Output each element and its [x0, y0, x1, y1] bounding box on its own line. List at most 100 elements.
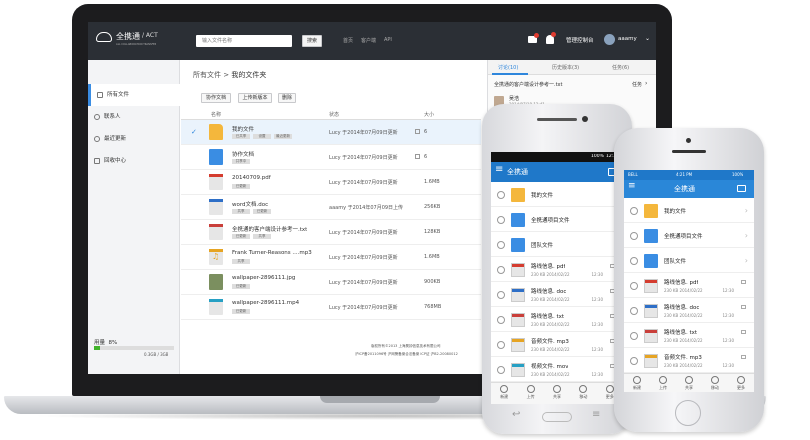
select-radio[interactable] [630, 306, 638, 315]
row-checkbox[interactable] [191, 204, 197, 210]
table-row[interactable]: ♫ Frank Turner-Reasons ....mp3 共享 Lucy 于201… [181, 245, 481, 270]
list-item[interactable]: 全携通项目文件› [624, 223, 754, 248]
file-name[interactable]: wallpaper-2896111.jpg [232, 275, 295, 281]
column-status[interactable]: 状态 [329, 111, 339, 118]
column-name[interactable]: 名称 [211, 111, 221, 118]
user-name[interactable]: aaamy [618, 36, 637, 42]
tab-tasks[interactable]: 任务(6) [612, 64, 629, 71]
tab-bar-item[interactable]: 移动 [702, 376, 728, 392]
row-checkbox[interactable] [191, 254, 197, 260]
column-size[interactable]: 大小 [424, 111, 434, 118]
list-item[interactable]: 我的文件› [491, 182, 623, 207]
search-button[interactable]: 搜索 [302, 35, 322, 47]
table-row[interactable]: 全携通的客户端设计参考一.txt 已更新 共享 Lucy 于2014年07月09日更新… [181, 220, 481, 245]
file-name[interactable]: Frank Turner-Reasons ....mp3 [232, 250, 312, 256]
ios-chat-icon[interactable] [737, 185, 746, 192]
comment-icon[interactable] [741, 354, 746, 359]
row-checkbox[interactable]: ✓ [191, 129, 197, 136]
android-back-icon[interactable]: ↩ [512, 409, 520, 420]
select-radio[interactable] [497, 340, 505, 349]
file-name[interactable]: 协作文档 [232, 150, 254, 158]
list-item[interactable]: 路线信息. txt 230 KB 2014/02/22 12:30 [491, 307, 623, 332]
upload-version-button[interactable]: 上传新版本 [238, 93, 272, 103]
sidebar-item-contacts[interactable]: 联系人 [88, 106, 180, 128]
sidebar-item-recent[interactable]: 最近更新 [88, 128, 180, 150]
comment-icon[interactable] [415, 154, 420, 159]
select-radio[interactable] [497, 190, 505, 199]
select-radio[interactable] [497, 240, 505, 249]
list-item[interactable]: 团队文件› [624, 248, 754, 273]
hamburger-menu-icon[interactable]: ≡ [495, 164, 503, 175]
android-menu-icon[interactable]: ≡ [592, 409, 600, 420]
collab-doc-button[interactable]: 协作文档 [201, 93, 231, 103]
list-item[interactable]: 路线信息. doc 230 KB 2014/02/22 12:30 [491, 282, 623, 307]
list-item[interactable]: 路线信息. txt 230 KB 2014/02/22 12:30 [624, 323, 754, 348]
list-item[interactable]: 团队文件› [491, 232, 623, 257]
nav-link-client[interactable]: 客户端 [361, 37, 376, 44]
comment-icon[interactable] [741, 279, 746, 284]
file-name[interactable]: wallpaper-2896111.mp4 [232, 300, 299, 306]
file-name[interactable]: 20140709.pdf [232, 175, 271, 181]
user-avatar[interactable] [604, 34, 615, 45]
tab-bar-item[interactable]: 上传 [517, 385, 543, 403]
search-input[interactable] [196, 35, 292, 47]
file-name[interactable]: 全携通的客户端设计参考一.txt [232, 225, 307, 233]
select-radio[interactable] [497, 290, 505, 299]
task-link[interactable]: 任务 [632, 81, 642, 88]
table-row[interactable]: word文档.doc 共享 已更新 aaamy 于2014年07月09日上传 256KB [181, 195, 481, 220]
row-checkbox[interactable] [191, 179, 197, 185]
comment-icon[interactable] [741, 329, 746, 334]
table-row[interactable]: 协作文档 共享中 Lucy 于2014年07月09日更新 6 [181, 145, 481, 170]
tab-bar-item[interactable]: 移动 [570, 385, 596, 403]
console-link[interactable]: 管理控制台 [566, 36, 594, 44]
tab-history[interactable]: 历史版本(3) [552, 64, 579, 71]
select-radio[interactable] [497, 315, 505, 324]
row-checkbox[interactable] [191, 229, 197, 235]
table-row[interactable]: wallpaper-2896111.mp4 已更新 Lucy 于2014年07月09… [181, 295, 481, 320]
select-radio[interactable] [630, 331, 638, 340]
list-item[interactable]: 路线信息. pdf 230 KB 2014/02/22 12:30 [491, 257, 623, 282]
comment-icon[interactable] [415, 129, 420, 134]
select-radio[interactable] [630, 356, 638, 365]
table-row[interactable]: 20140709.pdf 已更新 Lucy 于2014年07月09日更新 1.6MB [181, 170, 481, 195]
list-item[interactable]: 路线信息. pdf 230 KB 2014/02/22 12:30 [624, 273, 754, 298]
select-radio[interactable] [497, 365, 505, 374]
list-item[interactable]: 音频文件. mp3 230 KB 2014/02/22 12:30 [491, 332, 623, 357]
list-item[interactable]: 音频文件. mp3 230 KB 2014/02/22 12:30 [624, 348, 754, 373]
ios-menu-icon[interactable]: ≡ [628, 181, 636, 191]
row-checkbox[interactable] [191, 154, 197, 160]
tab-bar-item[interactable]: 新建 [491, 385, 517, 403]
tab-bar-item[interactable]: 上传 [650, 376, 676, 392]
nav-link-api[interactable]: API [384, 37, 392, 43]
list-item[interactable]: 全携通项目文件› [491, 207, 623, 232]
select-radio[interactable] [497, 215, 505, 224]
sidebar-item-all-files[interactable]: 所有文件 [88, 84, 180, 106]
file-name[interactable]: 我的文件 [232, 125, 254, 133]
table-row[interactable]: ✓ 我的文件 已共享 设置 最近更新 Lucy 于2014年07月09日更新 6 [181, 120, 481, 145]
select-radio[interactable] [630, 281, 638, 290]
row-checkbox[interactable] [191, 304, 197, 310]
iphone-home-button[interactable] [675, 400, 701, 426]
android-home-button[interactable] [542, 412, 572, 422]
list-item[interactable]: 路线信息. doc 230 KB 2014/02/22 12:30 [624, 298, 754, 323]
list-item[interactable]: 视频文件. mov 230 KB 2014/02/22 12:30 [491, 357, 623, 382]
table-row[interactable]: wallpaper-2896111.jpg 已更新 Lucy 于2014年07月09… [181, 270, 481, 295]
tab-bar-item[interactable]: 共享 [544, 385, 570, 403]
tab-bar-item[interactable]: 更多 [728, 376, 754, 392]
file-name[interactable]: word文档.doc [232, 200, 268, 208]
sidebar-item-trash[interactable]: 回收中心 [88, 150, 180, 172]
comment-icon[interactable] [741, 304, 746, 309]
nav-link-home[interactable]: 首页 [343, 37, 353, 44]
select-radio[interactable] [630, 231, 638, 240]
select-radio[interactable] [630, 206, 638, 215]
tab-discussion[interactable]: 讨论(10) [498, 64, 518, 71]
select-radio[interactable] [630, 256, 638, 265]
breadcrumb-root[interactable]: 所有文件 [193, 71, 221, 79]
list-item[interactable]: 我的文件› [624, 198, 754, 223]
delete-button[interactable]: 删除 [278, 93, 296, 103]
select-radio[interactable] [497, 265, 505, 274]
row-checkbox[interactable] [191, 279, 197, 285]
chevron-down-icon[interactable]: ⌄ [645, 35, 650, 42]
tab-bar-item[interactable]: 共享 [676, 376, 702, 392]
tab-bar-item[interactable]: 新建 [624, 376, 650, 392]
